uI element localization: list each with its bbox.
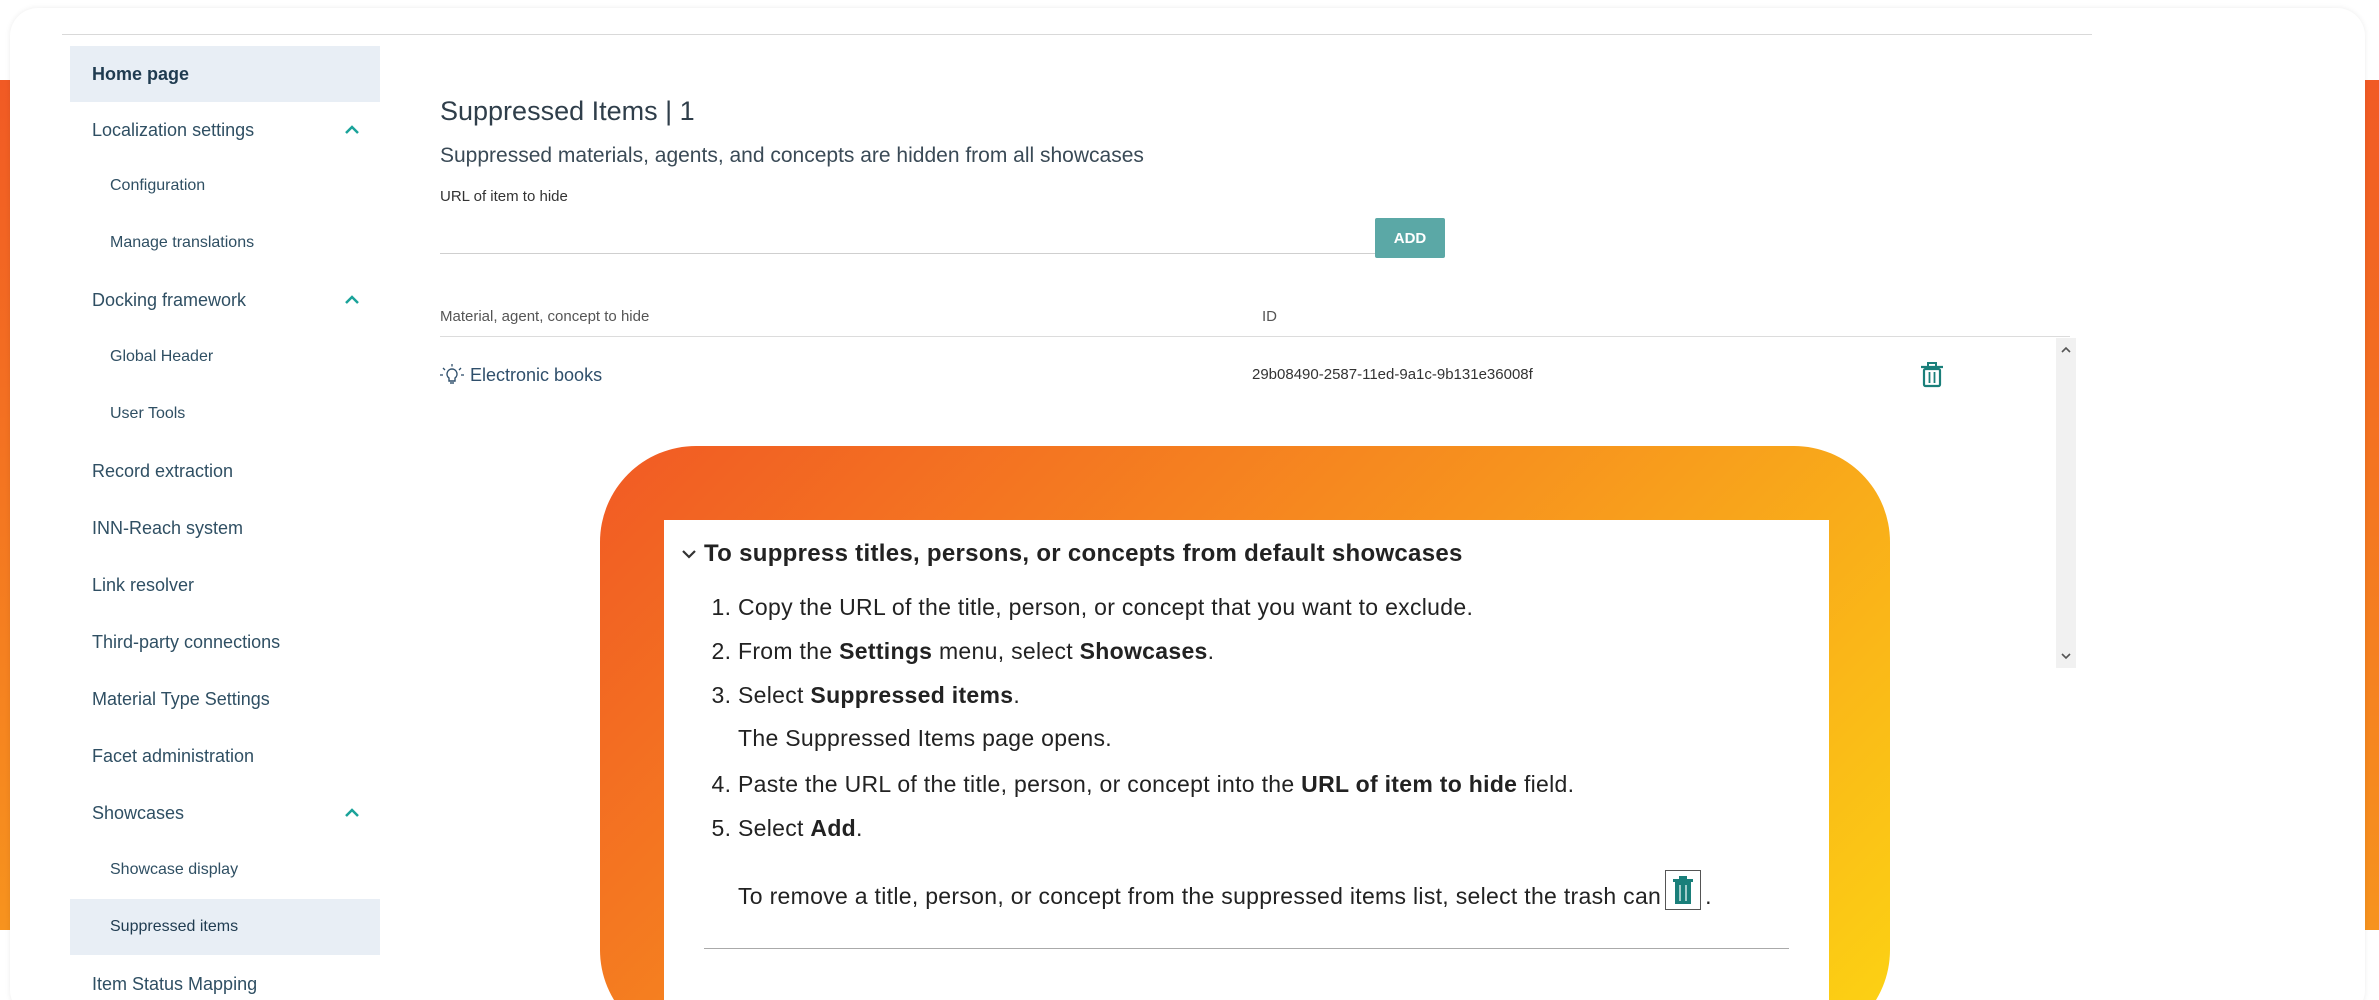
- page-title: Suppressed Items | 1: [440, 96, 695, 126]
- callout-divider: [704, 948, 1789, 949]
- instruction-steps-continued: Paste the URL of the title, person, or c…: [680, 769, 1809, 844]
- sidebar-item-record-extraction[interactable]: Record extraction: [70, 443, 380, 499]
- sidebar-item-third-party-connections[interactable]: Third-party connections: [70, 614, 380, 670]
- step-1: Copy the URL of the title, person, or co…: [738, 592, 1809, 623]
- sidebar-item-configuration[interactable]: Configuration: [70, 158, 380, 214]
- sidebar-item-showcase-display[interactable]: Showcase display: [70, 842, 380, 898]
- row-id: 29b08490-2587-11ed-9a1c-9b131e36008f: [1252, 366, 1533, 383]
- remove-note: To remove a title, person, or concept fr…: [738, 870, 1809, 910]
- instruction-title[interactable]: To suppress titles, persons, or concepts…: [680, 540, 1809, 568]
- instruction-panel: To suppress titles, persons, or concepts…: [664, 520, 1829, 1000]
- step-3-note: The Suppressed Items page opens.: [738, 725, 1112, 751]
- sidebar-item-manage-translations[interactable]: Manage translations: [70, 215, 380, 271]
- scroll-down-icon[interactable]: [2060, 650, 2072, 662]
- sidebar-item-showcases[interactable]: Showcases: [70, 785, 380, 841]
- trash-can-illustration: [1665, 870, 1702, 910]
- column-header-item: Material, agent, concept to hide: [440, 308, 650, 325]
- chevron-up-icon[interactable]: [342, 803, 362, 823]
- chevron-down-icon[interactable]: [680, 545, 698, 563]
- trash-icon[interactable]: [1920, 362, 1944, 388]
- table-scrollbar[interactable]: [2056, 338, 2076, 668]
- sidebar-item-user-tools[interactable]: User Tools: [70, 386, 380, 442]
- instruction-steps: Copy the URL of the title, person, or co…: [680, 592, 1809, 711]
- sidebar-item-suppressed-items[interactable]: Suppressed items: [70, 899, 380, 955]
- main-card: Home page Localization settings Configur…: [10, 8, 2365, 1000]
- row-name: Electronic books: [470, 364, 603, 385]
- lightbulb-icon: [440, 364, 464, 384]
- sidebar-item-material-type-settings[interactable]: Material Type Settings: [70, 671, 380, 727]
- sidebar-item-link-resolver[interactable]: Link resolver: [70, 557, 380, 613]
- table-header-divider: [440, 336, 2070, 337]
- add-button[interactable]: ADD: [1375, 218, 1445, 258]
- chevron-up-icon[interactable]: [342, 120, 362, 140]
- sidebar-item-global-header[interactable]: Global Header: [70, 329, 380, 385]
- url-input[interactable]: [440, 214, 1375, 254]
- trash-icon: [1673, 876, 1694, 904]
- sidebar-item-localization-settings[interactable]: Localization settings: [70, 102, 380, 158]
- step-3: Select Suppressed items.: [738, 680, 1809, 711]
- scroll-up-icon[interactable]: [2060, 344, 2072, 356]
- step-2: From the Settings menu, select Showcases…: [738, 636, 1809, 667]
- sidebar-item-home-page[interactable]: Home page: [70, 46, 380, 102]
- table-row-link[interactable]: Electronic books: [440, 364, 602, 386]
- page-subtitle: Suppressed materials, agents, and concep…: [440, 144, 1144, 167]
- top-divider: [62, 34, 2092, 35]
- sidebar-item-docking-framework[interactable]: Docking framework: [70, 272, 380, 328]
- instruction-callout: To suppress titles, persons, or concepts…: [600, 446, 1890, 1000]
- url-field-label: URL of item to hide: [440, 188, 568, 205]
- column-header-id: ID: [1262, 308, 1277, 325]
- step-4: Paste the URL of the title, person, or c…: [738, 769, 1809, 800]
- sidebar-item-item-status-mapping[interactable]: Item Status Mapping: [70, 956, 380, 1000]
- sidebar-item-inn-reach-system[interactable]: INN-Reach system: [70, 500, 380, 556]
- sidebar-item-facet-administration[interactable]: Facet administration: [70, 728, 380, 784]
- step-5: Select Add.: [738, 813, 1809, 844]
- chevron-up-icon[interactable]: [342, 290, 362, 310]
